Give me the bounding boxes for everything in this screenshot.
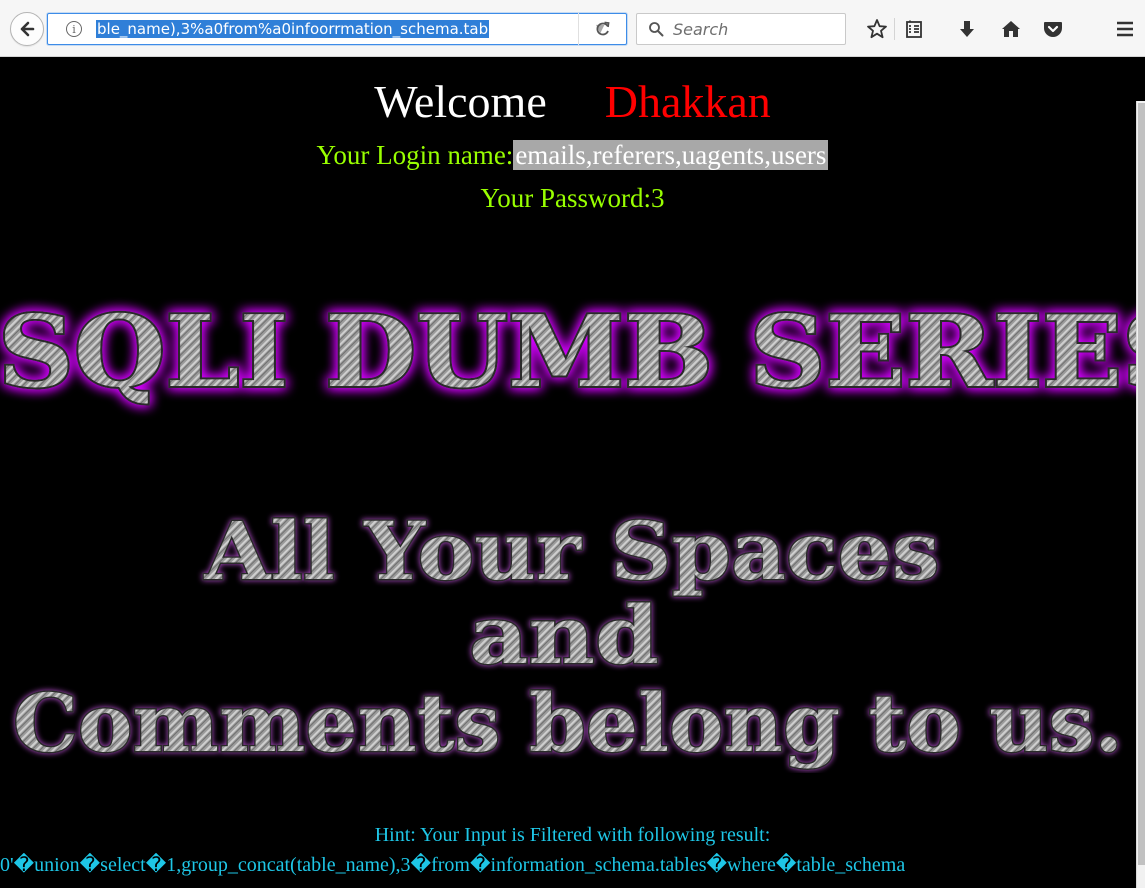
star-icon <box>867 19 887 39</box>
logo-spaces-text: All Your Spaces <box>203 504 939 598</box>
library-icon <box>906 20 922 38</box>
filtered-input-text: 0'�union�select�1,group_concat(table_nam… <box>0 854 906 876</box>
library-button[interactable] <box>898 13 930 45</box>
download-arrow-icon <box>960 21 974 37</box>
bookmark-star-button[interactable] <box>861 13 893 45</box>
address-bar[interactable]: i ble_name),3%a0from%a0infoorrmation_sch… <box>47 13 627 45</box>
login-label: Your Login name: <box>316 140 514 170</box>
hamburger-menu-icon <box>1117 21 1133 37</box>
search-bar[interactable]: Search <box>636 13 846 45</box>
reload-icon <box>596 21 610 36</box>
user-name: Dhakkan <box>604 76 771 127</box>
vertical-scrollbar[interactable] <box>1136 101 1145 888</box>
home-icon <box>1002 21 1020 37</box>
reload-button[interactable] <box>578 13 626 45</box>
search-placeholder: Search <box>673 20 729 39</box>
welcome-heading: Welcome Dhakkan <box>0 76 1145 128</box>
scrollbar-thumb[interactable] <box>1138 103 1145 865</box>
logo-line-3: and <box>468 587 661 684</box>
back-button[interactable] <box>10 12 44 46</box>
password-line: Your Password:3 <box>0 183 1145 214</box>
info-icon[interactable]: i <box>66 21 82 37</box>
url-input[interactable]: ble_name),3%a0from%a0infoorrmation_schem… <box>96 18 588 40</box>
magnifier-icon <box>649 22 664 37</box>
login-name-line: Your Login name:emails,referers,uagents,… <box>0 140 1145 171</box>
logo-line-1: SQLI DUMB SERIES <box>0 293 1145 412</box>
logo-comments-text: Comments belong to us. <box>13 676 1123 770</box>
pocket-button[interactable] <box>1037 13 1069 45</box>
page-content: Welcome Dhakkan Your Login name:emails,re… <box>0 57 1145 888</box>
logo-line-2: All Your Spaces <box>202 503 941 600</box>
pocket-icon <box>1044 22 1062 37</box>
browser-toolbar: i ble_name),3%a0from%a0infoorrmation_sch… <box>0 0 1145 57</box>
logo-title-text: SQLI DUMB SERIES <box>0 295 1145 410</box>
toolbar-separator <box>894 18 895 40</box>
hint-text: Hint: Your Input is Filtered with follow… <box>374 824 771 846</box>
login-value: emails,referers,uagents,users <box>513 140 829 170</box>
downloads-button[interactable] <box>951 13 983 45</box>
logo-line-4: Comments belong to us. <box>12 675 1125 772</box>
sqli-dumb-series-logo: SQLI DUMB SERIES All Your Spaces and Com… <box>0 293 1145 772</box>
url-selected-text: ble_name),3%a0from%a0infoorrmation_schem… <box>96 20 490 38</box>
home-button[interactable] <box>995 13 1027 45</box>
welcome-text: Welcome <box>374 76 547 127</box>
menu-button[interactable] <box>1109 13 1141 45</box>
logo-and-text: and <box>469 588 659 682</box>
back-arrow-icon <box>20 21 35 37</box>
password-label: Your Password: <box>480 183 652 213</box>
password-value: 3 <box>651 183 665 213</box>
